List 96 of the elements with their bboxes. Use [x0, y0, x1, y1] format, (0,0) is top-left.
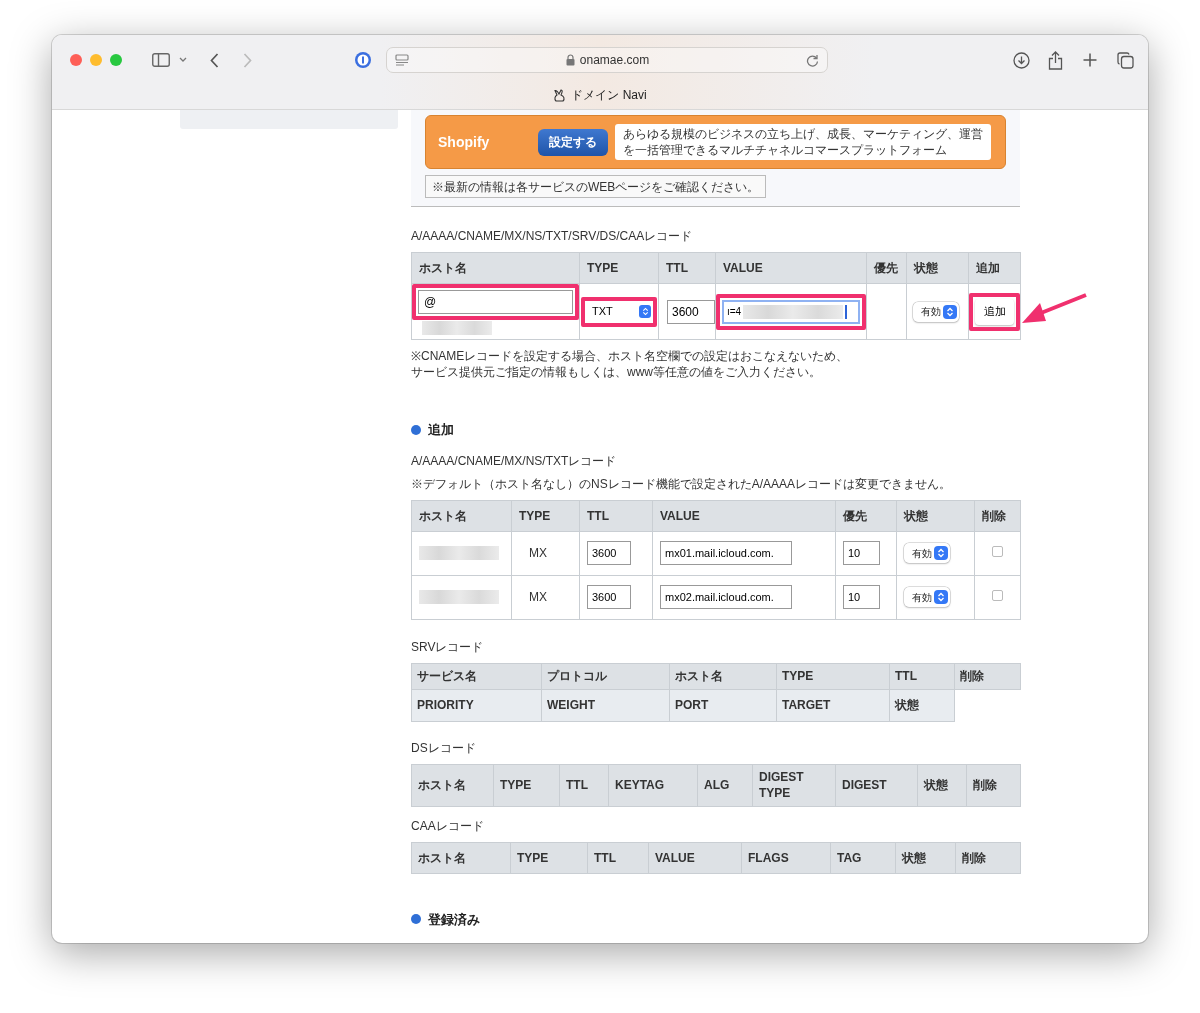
new-tab-icon[interactable]: [1083, 53, 1097, 67]
column-header: サービス名: [411, 663, 542, 689]
column-header: FLAGS: [741, 842, 831, 873]
column-header: ホスト名: [411, 764, 494, 806]
column-header: VALUE: [648, 842, 742, 873]
column-header: TYPE: [776, 663, 890, 689]
column-header: VALUE: [715, 252, 867, 284]
column-header: 状態: [917, 764, 967, 806]
column-header: TYPE: [510, 842, 588, 873]
column-header: TARGET: [776, 689, 890, 721]
column-header: プロトコル: [541, 663, 670, 689]
share-icon[interactable]: [1048, 50, 1063, 70]
ttl-input[interactable]: 3600: [587, 541, 631, 565]
column-header: 状態: [895, 842, 956, 873]
chevron-down-icon[interactable]: [179, 57, 187, 63]
column-header: ホスト名: [669, 663, 777, 689]
column-header: 優先: [835, 500, 897, 531]
column-header: 削除: [954, 663, 1021, 689]
column-header: 追加: [968, 252, 1021, 284]
ttl-input[interactable]: 3600: [667, 299, 715, 324]
page-menu-icon[interactable]: [395, 54, 409, 66]
lock-icon: [565, 54, 575, 66]
status-select[interactable]: 有効: [913, 301, 959, 322]
bullet-icon: [411, 914, 421, 925]
stepper-icon: [943, 304, 957, 319]
column-header: TAG: [830, 842, 896, 873]
column-header: PRIORITY: [411, 689, 542, 721]
column-header: TTL: [559, 764, 609, 806]
column-header: TTL: [658, 252, 716, 284]
host-name-input[interactable]: @: [418, 290, 573, 314]
section-heading: 追加: [428, 421, 454, 439]
column-header: TYPE: [511, 500, 580, 531]
value-input[interactable]: mx01.mail.icloud.com.: [660, 541, 792, 565]
bullet-icon: [411, 424, 421, 435]
column-header: 状態: [896, 500, 975, 531]
stepper-icon: [934, 590, 948, 604]
table-cell: MX: [511, 531, 580, 575]
value-input[interactable]: mx02.mail.icloud.com.: [660, 585, 792, 609]
column-header: ALG: [697, 764, 753, 806]
setup-button[interactable]: 設定する: [538, 128, 608, 156]
download-icon[interactable]: [1013, 51, 1030, 69]
table-cell: MX: [511, 575, 580, 619]
blurred-text: [422, 321, 492, 335]
column-header: 削除: [966, 764, 1021, 806]
ttl-input[interactable]: 3600: [587, 585, 631, 609]
column-header: ホスト名: [411, 252, 580, 284]
column-header: ホスト名: [411, 842, 511, 873]
tabs-overview-icon[interactable]: [1117, 51, 1134, 69]
service-name: Shopify: [438, 132, 491, 152]
status-select[interactable]: 有効: [904, 587, 950, 607]
column-header: VALUE: [652, 500, 836, 531]
column-header: PORT: [669, 689, 777, 721]
column-header: TYPE: [579, 252, 659, 284]
column-header: TTL: [579, 500, 653, 531]
column-header: WEIGHT: [541, 689, 670, 721]
note-text: ※CNAMEレコードを設定する場合、ホスト名空欄での設定はおこなえないため、: [411, 348, 850, 364]
section-title: SRVレコード: [411, 638, 485, 656]
section-heading: 登録済み: [428, 910, 480, 929]
column-header: 状態: [889, 689, 955, 721]
column-header: ホスト名: [411, 500, 512, 531]
tab-title[interactable]: ドメイン Navi: [571, 86, 647, 104]
column-header: 削除: [974, 500, 1021, 531]
section-title: DSレコード: [411, 739, 477, 757]
password-manager-icon[interactable]: [354, 51, 372, 69]
priority-input[interactable]: 10: [843, 585, 880, 609]
rabbit-icon: [553, 88, 567, 102]
note-text: サービス提供元ご指定の情報もしくは、www等任意の値をご入力ください。: [411, 364, 822, 380]
close-window-button[interactable]: [70, 54, 82, 66]
notice-text: ※最新の情報は各サービスのWEBページをご確認ください。: [425, 175, 767, 198]
column-header: TYPE: [493, 764, 560, 806]
column-header: KEYTAG: [608, 764, 698, 806]
section-title: CAAレコード: [411, 817, 485, 835]
status-select[interactable]: 有効: [904, 543, 950, 563]
column-header: 状態: [906, 252, 969, 284]
section-title: A/AAAA/CNAME/MX/NS/TXTレコード: [411, 452, 618, 470]
stepper-icon: [934, 546, 948, 560]
back-icon[interactable]: [210, 52, 219, 68]
column-header: 優先: [866, 252, 907, 284]
value-input[interactable]: ı=4: [722, 299, 860, 324]
reload-icon[interactable]: [806, 53, 819, 67]
note-text: ※デフォルト（ホスト名なし）のNSレコード機能で設定されたA/AAAAレコードは変更できません。: [411, 475, 953, 493]
priority-input[interactable]: 10: [843, 541, 880, 565]
add-button[interactable]: 追加: [975, 298, 1014, 325]
column-header: DIGEST TYPE: [752, 764, 836, 806]
section-title: A/AAAA/CNAME/MX/NS/TXT/SRV/DS/CAAレコード: [411, 228, 694, 245]
sidebar-icon[interactable]: [152, 53, 170, 67]
column-header: 削除: [955, 842, 1021, 873]
address-bar[interactable]: onamae.com: [386, 47, 828, 73]
stepper-icon: [639, 305, 651, 318]
column-header: TTL: [587, 842, 649, 873]
service-description: あらゆる規模のビジネスの立ち上げ、成長、マーケティング、運営を一括管理できるマルチチャネルコマースプラットフォーム: [615, 124, 991, 160]
url-text: onamae.com: [579, 52, 650, 69]
delete-checkbox[interactable]: [992, 546, 1003, 557]
column-header: TTL: [889, 663, 955, 689]
column-header: DIGEST: [835, 764, 918, 806]
delete-checkbox[interactable]: [992, 590, 1003, 601]
